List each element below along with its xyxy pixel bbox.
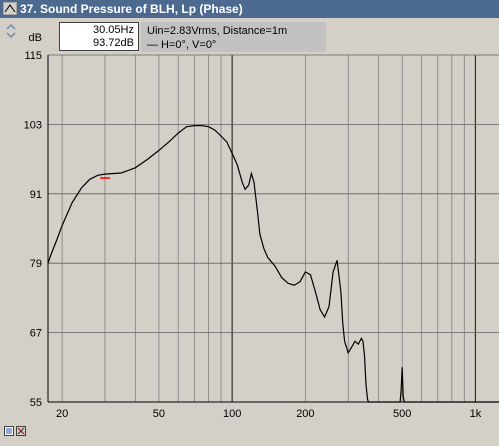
x-tick-label: 50 (153, 408, 165, 420)
x-tick-label: 20 (56, 408, 68, 420)
plot-area (48, 55, 499, 402)
y-tick-label: 55 (30, 397, 42, 409)
x-tick-label: 200 (296, 408, 314, 420)
y-axis-label: dB (29, 32, 42, 44)
y-tick-label: 103 (24, 119, 42, 131)
page-icon[interactable] (4, 426, 14, 436)
x-tick-label: 1k (470, 408, 482, 420)
settings-icon[interactable] (16, 426, 26, 436)
x-tick-label: 500 (393, 408, 411, 420)
y-tick-label: 67 (30, 328, 42, 340)
frequency-response-chart[interactable]: 55 67 79 91 103 115 dB 20 50 100 200 500 1k (0, 0, 499, 423)
y-tick-label: 91 (30, 189, 42, 201)
y-tick-label: 115 (24, 50, 42, 62)
y-tick-label: 79 (30, 258, 42, 270)
x-tick-label: 100 (223, 408, 241, 420)
